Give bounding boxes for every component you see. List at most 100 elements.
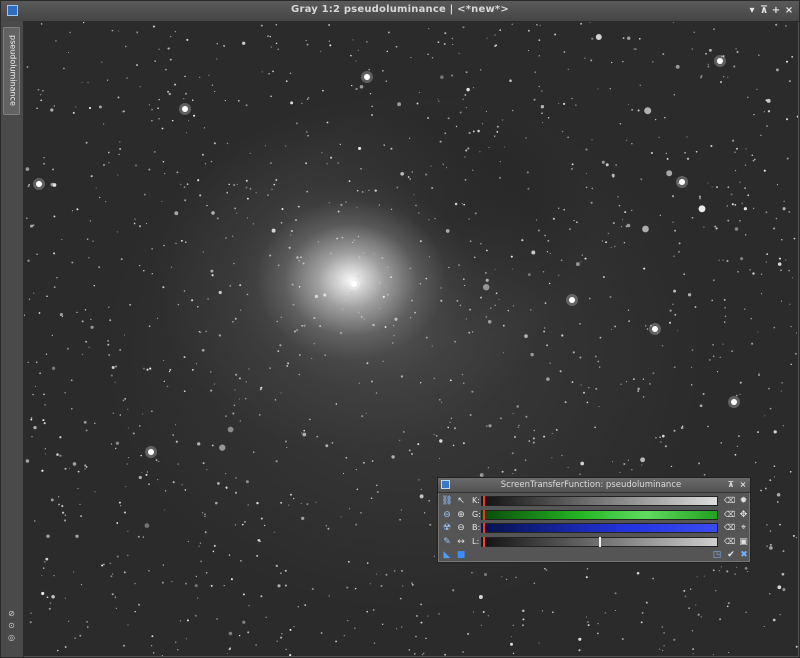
stf-close-button[interactable]: × (738, 479, 748, 490)
lock-icon[interactable]: ⊙ (7, 621, 16, 630)
star (522, 618, 525, 621)
star (652, 372, 655, 375)
star (464, 284, 466, 287)
shadows-clip-marker[interactable] (483, 496, 485, 506)
star (24, 314, 26, 317)
new-instance-icon[interactable]: ◣ (441, 549, 453, 561)
star (127, 427, 129, 429)
star (425, 173, 428, 176)
target-icon[interactable]: ⌖ (738, 522, 749, 534)
apply-icon[interactable]: ✔ (725, 549, 737, 561)
star (301, 102, 303, 104)
star (115, 607, 117, 609)
link-icon[interactable]: ⛓ (441, 495, 453, 507)
star (124, 45, 127, 48)
star (707, 182, 709, 184)
star (633, 378, 635, 380)
star (408, 449, 411, 452)
clear-channel-icon[interactable]: ⌫ (724, 496, 735, 506)
star (753, 158, 756, 161)
star (179, 620, 182, 622)
star (469, 413, 472, 417)
settings-icon[interactable]: ✹ (738, 495, 749, 507)
star (213, 544, 216, 547)
star (339, 143, 341, 146)
star (715, 590, 717, 592)
view-tab-pseudoluminance[interactable]: pseudoluminance (3, 27, 20, 115)
star (719, 618, 722, 621)
star (174, 211, 179, 216)
crosshair-icon[interactable]: ✥ (738, 509, 749, 521)
star (327, 527, 330, 530)
star (583, 391, 585, 394)
star (718, 259, 720, 261)
restore-button[interactable]: ⊼ (758, 4, 770, 17)
star (558, 274, 560, 276)
zoom-in-icon[interactable]: ⊕ (455, 509, 467, 521)
star (206, 468, 208, 471)
star (235, 373, 238, 376)
star (487, 467, 490, 469)
clear-channel-icon[interactable]: ⌫ (724, 537, 735, 547)
star (109, 562, 112, 565)
apply-global-icon[interactable]: ■ (455, 549, 467, 561)
midtones-marker[interactable] (599, 537, 601, 547)
star (587, 621, 589, 623)
star (368, 189, 370, 192)
star (204, 531, 207, 534)
reset-icon[interactable]: ✖ (738, 549, 750, 561)
mask-icon[interactable]: ⊘ (7, 609, 16, 618)
star (375, 392, 378, 394)
image-window-titlebar[interactable]: Gray 1:2 pseudoluminance | <*new*> ▾ ⊼ +… (1, 1, 799, 22)
star (498, 176, 502, 179)
stf-slider-0[interactable] (481, 496, 718, 506)
star (358, 256, 361, 259)
star (769, 530, 772, 532)
radiation-icon[interactable]: ☢ (441, 522, 453, 534)
wrench-icon[interactable]: ✎ (441, 536, 453, 548)
star (694, 306, 697, 308)
zoom-out-icon[interactable]: ⊖ (455, 522, 467, 534)
pan-icon[interactable]: ↔ (455, 536, 467, 548)
close-button[interactable]: × (783, 4, 795, 17)
star (325, 525, 327, 527)
clear-channel-icon[interactable]: ⌫ (724, 510, 735, 520)
star (111, 366, 115, 369)
star (62, 511, 65, 514)
star (421, 653, 424, 656)
star (380, 585, 383, 587)
shadows-clip-marker[interactable] (483, 537, 485, 547)
stf-slider-2[interactable] (481, 523, 718, 533)
stf-process-icon[interactable] (441, 480, 450, 489)
star (644, 107, 652, 115)
monitor-icon[interactable]: ▣ (738, 536, 749, 548)
shadows-clip-marker[interactable] (483, 523, 485, 533)
star (263, 524, 266, 527)
star (478, 595, 483, 599)
stf-titlebar[interactable]: ScreenTransferFunction: pseudoluminance … (438, 478, 750, 493)
star (743, 308, 746, 310)
zoom-out-icon[interactable]: ⊖ (441, 509, 453, 521)
star (383, 144, 386, 146)
star (766, 125, 768, 127)
star (415, 614, 418, 617)
maximize-button[interactable]: + (770, 4, 782, 17)
clear-channel-icon[interactable]: ⌫ (724, 523, 735, 533)
star (71, 261, 74, 264)
shade-button[interactable]: ▾ (746, 4, 758, 17)
shadows-clip-marker[interactable] (483, 510, 485, 520)
star (538, 54, 541, 57)
star (393, 324, 395, 327)
star (84, 308, 87, 311)
star (411, 582, 413, 584)
pointer-icon[interactable]: ↖ (455, 495, 467, 507)
stf-shade-button[interactable]: ⊼ (726, 479, 736, 490)
stf-slider-1[interactable] (481, 510, 718, 520)
star (437, 41, 440, 43)
star (351, 84, 353, 87)
star (468, 218, 470, 220)
stf-slider-3[interactable] (481, 537, 718, 547)
star (658, 136, 660, 139)
real-time-preview-icon[interactable]: ◳ (711, 549, 723, 561)
visibility-icon[interactable]: ◎ (7, 633, 16, 642)
